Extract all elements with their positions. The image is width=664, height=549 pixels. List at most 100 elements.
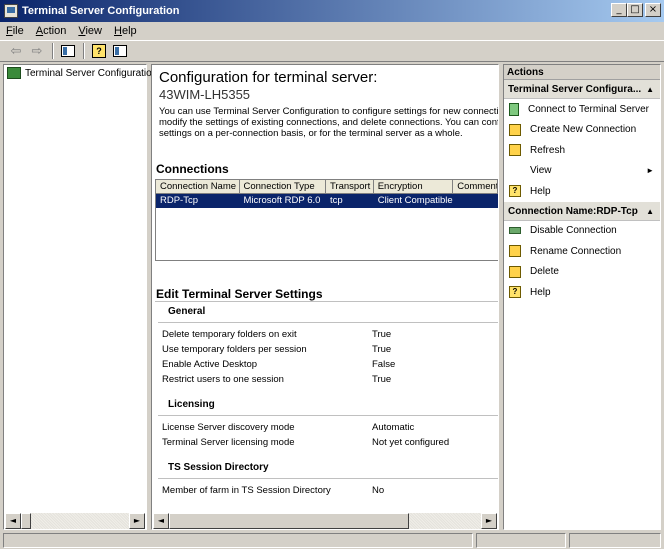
- tree-item-root[interactable]: Terminal Server Configuration:: [7, 67, 160, 79]
- setting-value: True: [372, 344, 392, 355]
- action-label: Help: [530, 185, 551, 197]
- divider: [158, 322, 498, 323]
- divider: [158, 415, 498, 416]
- console-tree-pane: Terminal Server Configuration: ◄ ►: [3, 64, 160, 530]
- status-bar: [0, 532, 664, 549]
- cell-encryption: Client Compatible: [377, 195, 453, 206]
- connect-server-icon: [509, 102, 519, 116]
- description-text: You can use Terminal Server Configuratio…: [159, 106, 499, 139]
- show-hide-console-tree-icon[interactable]: [58, 42, 78, 60]
- setting-label: Terminal Server licensing mode: [162, 437, 295, 448]
- action-help-connection[interactable]: ? Help: [504, 282, 660, 303]
- scroll-right-button[interactable]: ►: [481, 513, 497, 529]
- actions-group-server[interactable]: Terminal Server Configura... ▲: [504, 80, 660, 99]
- toolbar: ⇦ ⇨ ?: [0, 40, 664, 62]
- menu-action[interactable]: Action: [36, 25, 67, 37]
- action-rename-connection[interactable]: Rename Connection: [504, 241, 660, 262]
- help-icon: ?: [509, 286, 521, 299]
- delete-icon: [509, 265, 521, 278]
- scroll-track[interactable]: [409, 513, 481, 529]
- tree-horizontal-scrollbar[interactable]: ◄ ►: [5, 513, 145, 529]
- submenu-arrow-icon: ►: [646, 166, 654, 176]
- setting-row[interactable]: Use temporary folders per session True: [162, 344, 492, 355]
- setting-row[interactable]: Enable Active Desktop False: [162, 359, 492, 370]
- setting-row[interactable]: Delete temporary folders on exit True: [162, 329, 492, 340]
- column-comment[interactable]: Comment: [453, 180, 498, 194]
- close-button[interactable]: ×: [645, 3, 661, 17]
- scroll-thumb[interactable]: [169, 513, 409, 529]
- refresh-icon: [509, 144, 521, 157]
- setting-value: Automatic: [372, 422, 415, 433]
- cell-connection-name: RDP-Tcp: [160, 195, 199, 206]
- scroll-thumb[interactable]: [21, 513, 31, 529]
- status-cell: [3, 533, 473, 548]
- action-help[interactable]: ? Help: [504, 181, 660, 202]
- column-transport[interactable]: Transport: [325, 180, 374, 194]
- scroll-right-button[interactable]: ►: [129, 513, 145, 529]
- title-bar[interactable]: Terminal Server Configuration _ □ ×: [0, 0, 664, 22]
- setting-label: Member of farm in TS Session Directory: [162, 485, 331, 496]
- app-icon: [4, 4, 18, 18]
- collapse-caret-icon[interactable]: ▲: [646, 202, 654, 221]
- action-delete[interactable]: Delete: [504, 262, 660, 283]
- disable-connection-icon: [509, 227, 521, 235]
- group-licensing-title: Licensing: [168, 399, 215, 410]
- action-view[interactable]: View ►: [504, 161, 660, 182]
- action-connect-to-terminal-server[interactable]: Connect to Terminal Server: [504, 99, 660, 120]
- table-row[interactable]: RDP-Tcp Microsoft RDP 6.0 tcp Client Com…: [156, 194, 498, 208]
- column-encryption[interactable]: Encryption: [373, 180, 454, 194]
- settings-heading: Edit Terminal Server Settings: [156, 287, 323, 301]
- setting-row[interactable]: License Server discovery mode Automatic: [162, 422, 492, 433]
- show-hide-action-pane-icon[interactable]: [110, 42, 130, 60]
- menu-help[interactable]: Help: [114, 25, 137, 37]
- forward-arrow-icon[interactable]: ⇨: [27, 42, 47, 60]
- page-title: Configuration for terminal server:: [159, 69, 378, 86]
- action-create-new-connection[interactable]: Create New Connection: [504, 120, 660, 141]
- rename-icon: [509, 245, 521, 258]
- help-icon: ?: [509, 185, 521, 198]
- setting-label: Delete temporary folders on exit: [162, 329, 297, 340]
- actions-group-connection[interactable]: Connection Name:RDP-Tcp ▲: [504, 201, 660, 221]
- action-refresh[interactable]: Refresh: [504, 140, 660, 161]
- setting-row[interactable]: Restrict users to one session True: [162, 374, 492, 385]
- group-session-directory-title: TS Session Directory: [168, 462, 269, 473]
- group-general-title: General: [168, 306, 206, 317]
- actions-group-title: Terminal Server Configura...: [508, 84, 642, 95]
- connections-table: Connection Name Connection Type Transpor…: [155, 179, 498, 261]
- column-connection-name[interactable]: Connection Name: [156, 180, 240, 194]
- help-icon[interactable]: ?: [89, 42, 109, 60]
- action-disable-connection[interactable]: Disable Connection: [504, 221, 660, 242]
- status-cell: [476, 533, 566, 548]
- back-arrow-icon[interactable]: ⇦: [6, 42, 26, 60]
- minimize-button[interactable]: _: [611, 3, 627, 17]
- setting-value: Not yet configured: [372, 437, 450, 448]
- status-cell: [569, 533, 661, 548]
- setting-value: False: [372, 359, 396, 370]
- scroll-left-button[interactable]: ◄: [153, 513, 169, 529]
- collapse-caret-icon[interactable]: ▲: [646, 80, 654, 99]
- settings-panel: General Delete temporary folders on exit…: [155, 301, 498, 511]
- setting-value: True: [372, 329, 392, 340]
- terminal-server-icon: [7, 67, 21, 79]
- setting-label: License Server discovery mode: [162, 422, 295, 433]
- setting-value: True: [372, 374, 392, 385]
- setting-row[interactable]: Terminal Server licensing mode Not yet co…: [162, 437, 492, 448]
- scroll-track[interactable]: [31, 513, 129, 529]
- action-label: Disable Connection: [530, 225, 617, 237]
- setting-row[interactable]: Member of farm in TS Session Directory No: [162, 485, 492, 496]
- action-label: View: [530, 165, 552, 177]
- action-label: Connect to Terminal Server: [528, 103, 649, 115]
- maximize-button[interactable]: □: [627, 3, 643, 17]
- server-name: 43WIM-LH5355: [159, 87, 251, 102]
- cell-comment: [453, 194, 498, 208]
- column-connection-type[interactable]: Connection Type: [239, 180, 326, 194]
- tree-item-label: Terminal Server Configuration:: [25, 67, 161, 79]
- menu-file[interactable]: File: [6, 25, 24, 37]
- toolbar-separator: [52, 43, 54, 59]
- action-label: Rename Connection: [530, 245, 622, 257]
- scroll-left-button[interactable]: ◄: [5, 513, 21, 529]
- menu-view[interactable]: View: [78, 25, 102, 37]
- action-label: Create New Connection: [530, 124, 637, 136]
- action-label: Delete: [530, 266, 559, 278]
- main-horizontal-scrollbar[interactable]: ◄ ►: [153, 513, 497, 529]
